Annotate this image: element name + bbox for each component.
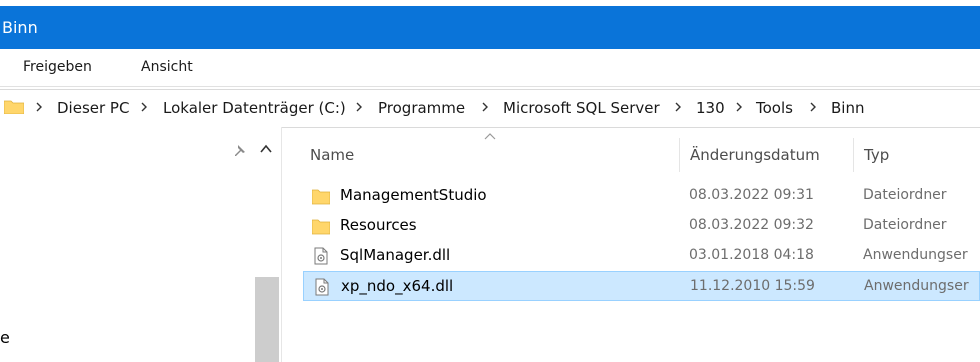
partial-nav-icon — [0, 181, 3, 197]
file-type: Anwendungser — [864, 278, 969, 294]
chevron-right-icon[interactable] — [354, 101, 364, 113]
file-row[interactable]: SqlManager.dll 03.01.2018 04:18 Anwendun… — [303, 241, 980, 271]
dll-file-icon — [314, 247, 328, 265]
file-date: 03.01.2018 04:18 — [689, 247, 814, 263]
chevron-right-icon[interactable] — [34, 101, 44, 113]
file-name: SqlManager.dll — [340, 246, 451, 264]
file-row[interactable]: ManagementStudio 08.03.2022 09:31 Dateio… — [303, 181, 980, 211]
tab-ansicht[interactable]: Ansicht — [141, 59, 193, 75]
address-bar[interactable]: Dieser PC Lokaler Datenträger (C:) Progr… — [0, 89, 980, 128]
column-separator[interactable] — [853, 138, 854, 172]
file-type: Anwendungser — [863, 247, 968, 263]
chevron-right-icon[interactable] — [480, 101, 490, 113]
pane-divider[interactable] — [281, 127, 282, 362]
ribbon-tabs: Freigeben Ansicht — [0, 49, 980, 87]
title-bar[interactable]: Binn — [0, 6, 980, 49]
chevron-right-icon[interactable] — [673, 101, 683, 113]
folder-icon — [312, 219, 330, 235]
breadcrumb-microsoft-sql-server[interactable]: Microsoft SQL Server — [503, 99, 660, 117]
breadcrumb-130[interactable]: 130 — [696, 99, 725, 117]
file-type: Dateiordner — [863, 217, 947, 233]
chevron-right-icon[interactable] — [734, 101, 744, 113]
navigation-pane[interactable]: e — [0, 127, 282, 362]
file-name: ManagementStudio — [340, 186, 487, 204]
dll-file-icon — [315, 278, 329, 296]
nav-scrollbar-thumb[interactable] — [255, 277, 279, 362]
breadcrumb-binn[interactable]: Binn — [831, 99, 864, 117]
nav-item-label-partial[interactable]: e — [0, 328, 10, 347]
file-name: xp_ndo_x64.dll — [341, 277, 454, 295]
chevron-right-icon[interactable] — [139, 101, 149, 113]
column-header-type[interactable]: Typ — [864, 146, 889, 164]
file-row[interactable]: Resources 08.03.2022 09:32 Dateiordner — [303, 211, 980, 241]
breadcrumb-dieser-pc[interactable]: Dieser PC — [57, 99, 129, 117]
folder-icon — [4, 100, 24, 114]
file-type: Dateiordner — [863, 187, 947, 203]
folder-icon — [312, 189, 330, 205]
breadcrumb-programme[interactable]: Programme — [378, 99, 465, 117]
file-name: Resources — [340, 216, 417, 234]
pin-icon[interactable] — [233, 144, 247, 158]
column-header-name[interactable]: Name — [310, 146, 354, 164]
sort-ascending-icon — [484, 133, 496, 140]
breadcrumb-lokaler-datentraeger[interactable]: Lokaler Datenträger (C:) — [163, 99, 346, 117]
breadcrumb-tools[interactable]: Tools — [756, 99, 793, 117]
window-title: Binn — [2, 18, 38, 37]
chevron-right-icon[interactable] — [808, 101, 818, 113]
file-date: 08.03.2022 09:32 — [689, 217, 814, 233]
file-row-selected[interactable]: xp_ndo_x64.dll 11.12.2010 15:59 Anwendun… — [303, 271, 980, 301]
chevron-up-icon[interactable] — [260, 144, 272, 154]
column-header-date[interactable]: Änderungsdatum — [690, 146, 820, 164]
tab-freigeben[interactable]: Freigeben — [23, 59, 92, 75]
file-date: 11.12.2010 15:59 — [690, 278, 815, 294]
column-separator[interactable] — [679, 138, 680, 172]
file-date: 08.03.2022 09:31 — [689, 187, 814, 203]
